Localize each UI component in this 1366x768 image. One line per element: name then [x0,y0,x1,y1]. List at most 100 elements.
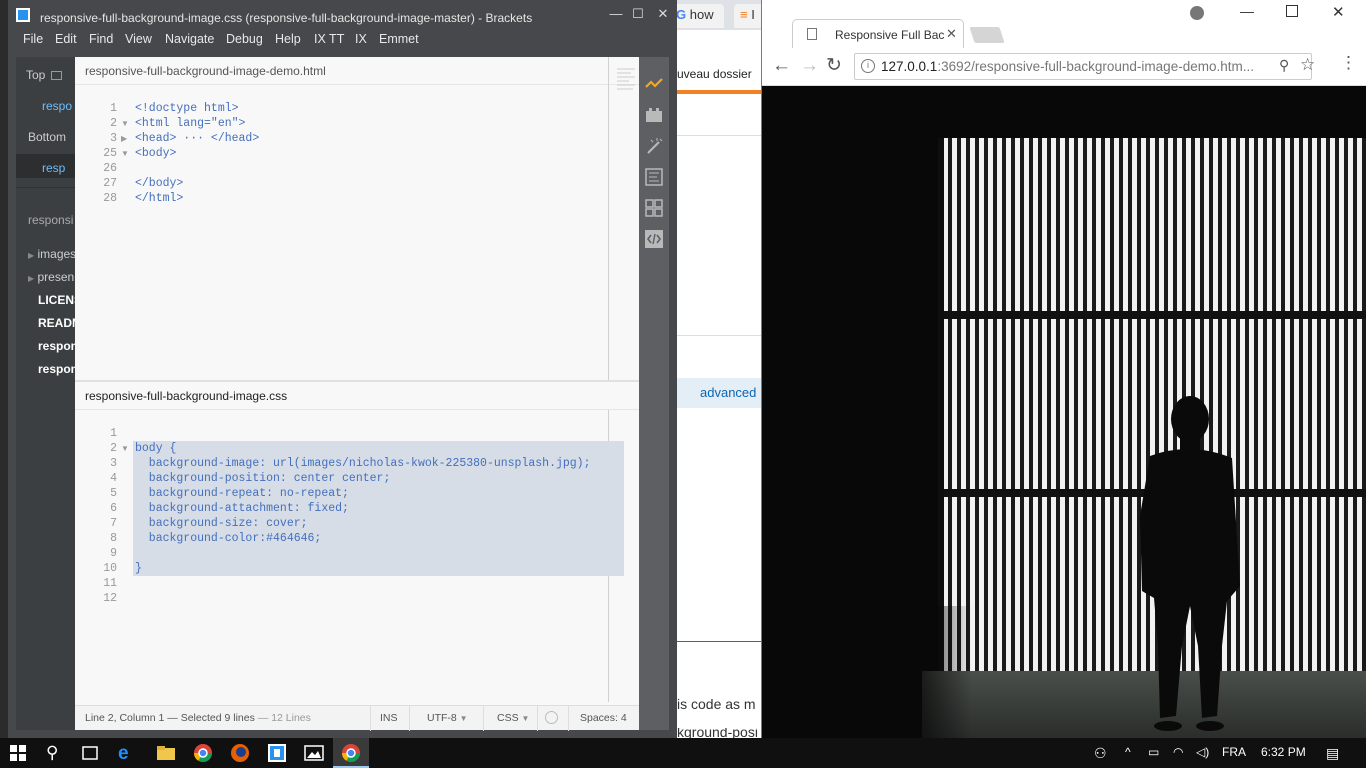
line-number: 3 [110,457,117,470]
chrome-close-button[interactable]: ✕ [1332,3,1345,21]
profile-icon[interactable] [1190,6,1204,20]
back-arrow-icon[interactable]: ← [772,55,791,77]
info-icon[interactable]: i [861,59,875,73]
line-number: 12 [103,592,117,605]
insert-mode[interactable]: INS [380,712,398,724]
windows-start-icon[interactable] [8,743,28,763]
extension-manager-icon[interactable] [645,106,663,124]
status-separator [537,706,538,731]
language-dropdown[interactable]: CSS ▼ [497,712,529,724]
bookmark-star-icon[interactable]: ☆ [1300,55,1315,75]
code-line: background-image: url(images/nicholas-kw… [135,457,591,470]
line-number: 27 [103,177,117,190]
fold-arrow-icon[interactable]: ▼ [121,441,129,456]
chrome-menu-icon[interactable]: ⋮ [1340,53,1357,73]
menu-help[interactable]: Help [275,32,301,46]
clock[interactable]: 6:32 PM [1261,745,1306,759]
volume-icon[interactable]: ◁) [1196,745,1209,759]
working-file-item[interactable]: respo [42,99,75,113]
line-number: 5 [110,487,117,500]
encoding-dropdown[interactable]: UTF-8 ▼ [427,712,468,724]
tree-file-license[interactable]: LICENS [38,293,75,307]
menu-file[interactable]: File [23,32,43,46]
menu-debug[interactable]: Debug [226,32,263,46]
line-number: 11 [103,577,117,590]
split-view-icon[interactable] [50,71,62,81]
working-files-bottom-label[interactable]: Bottom [28,130,75,144]
bottom-pane-filename[interactable]: responsive-full-background-image.css [75,382,639,410]
linter-status-icon[interactable] [545,711,558,724]
search-icon[interactable]: ⚲ [46,743,66,763]
firefox-icon[interactable] [230,743,250,763]
menu-view[interactable]: View [125,32,152,46]
code-line: <body> [135,147,177,160]
line-number: 6 [110,502,117,515]
zoom-icon[interactable]: ⚲ [1279,57,1289,74]
file-explorer-icon[interactable] [156,743,176,763]
background-tab-how[interactable]: G how [670,4,724,28]
tree-file-responsive-css[interactable]: respon [38,339,75,353]
indent-spaces[interactable]: Spaces: 4 [580,712,627,724]
battery-icon[interactable]: ▭ [1148,745,1159,759]
new-tab-button[interactable] [969,27,1005,43]
chrome-maximize-button[interactable] [1286,5,1298,17]
background-advanced-link[interactable]: advanced [700,385,756,400]
forward-arrow-icon[interactable]: → [800,55,819,77]
brackets-taskbar-icon[interactable] [267,743,287,763]
background-orange-bar [677,90,762,94]
chrome-minimize-button[interactable]: — [1240,3,1254,19]
menu-find[interactable]: Find [89,32,113,46]
task-view-icon[interactable] [80,743,100,763]
chrome-taskbar-icon-active[interactable] [341,743,361,763]
url-text[interactable]: 127.0.0.1:3692/responsive-full-backgroun… [881,59,1254,74]
layout-grid-icon[interactable] [645,199,663,217]
live-preview-icon[interactable] [645,75,663,93]
people-icon[interactable]: ⚇ [1094,745,1107,762]
fold-arrow-icon[interactable]: ▼ [121,146,129,161]
code-line: background-color:#464646; [135,532,322,545]
project-title[interactable]: responsi [28,213,75,227]
chrome-active-tab[interactable]: Responsive Full Backgrou ✕ [792,19,964,49]
address-bar[interactable]: i 127.0.0.1:3692/responsive-full-backgro… [854,53,1312,80]
line-number: 2 [110,117,117,130]
tree-file-readme[interactable]: READM [38,316,75,330]
photos-icon[interactable] [304,743,324,763]
action-center-icon[interactable]: ▤ [1326,745,1339,762]
tree-file-responsive-html[interactable]: respon [38,362,75,376]
menu-ix[interactable]: IX [355,32,367,46]
working-files-top-label[interactable]: Top [26,68,75,82]
window-title: responsive-full-background-image.css (re… [40,11,533,25]
chrome-taskbar-icon[interactable] [193,743,213,763]
code-line: background-attachment: fixed; [135,502,349,515]
wifi-icon[interactable]: ◠ [1173,745,1183,759]
code-line: background-repeat: no-repeat; [135,487,349,500]
code-tag-icon[interactable] [645,230,663,248]
dropdown-arrow-icon: ▼ [459,714,468,723]
document-outline-icon[interactable] [645,168,663,186]
magic-wand-icon[interactable] [645,137,663,155]
code-line: } [135,562,142,575]
brackets-titlebar: responsive-full-background-image.css (re… [8,0,677,30]
menu-edit[interactable]: Edit [55,32,77,46]
maximize-button[interactable]: ☐ [625,4,651,24]
tree-folder-images[interactable]: ▶ images [28,247,75,261]
language-indicator[interactable]: FRA [1222,745,1246,759]
tree-folder-presentation[interactable]: ▶ presen [28,270,75,284]
menu-navigate[interactable]: Navigate [165,32,214,46]
edge-icon[interactable]: e [118,743,138,764]
folder-arrow-icon: ▶ [28,251,35,260]
reload-icon[interactable]: ↻ [826,54,842,77]
menu-emmet[interactable]: Emmet [379,32,419,46]
menu-ixtt[interactable]: IX TT [314,32,344,46]
close-button[interactable]: ✕ [650,4,676,24]
tab-close-icon[interactable]: ✕ [946,26,957,42]
line-number: 10 [103,562,117,575]
working-file-item-selected[interactable]: resp [42,161,75,175]
fold-arrow-icon[interactable]: ▼ [121,116,129,131]
background-tab-label: how [689,7,714,22]
show-hidden-icons[interactable]: ^ [1125,745,1131,759]
minimap-icon [615,65,637,95]
line-number: 1 [110,102,117,115]
top-pane-filename[interactable]: responsive-full-background-image-demo.ht… [75,57,639,85]
fold-arrow-icon[interactable]: ▶ [121,131,127,146]
